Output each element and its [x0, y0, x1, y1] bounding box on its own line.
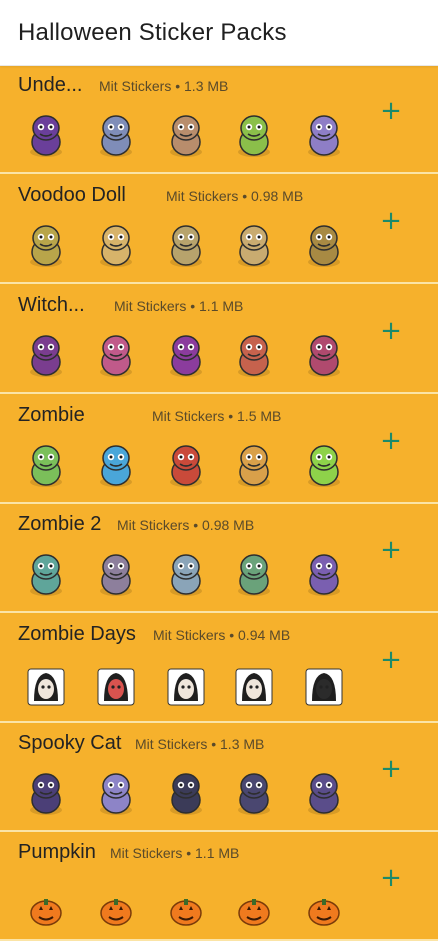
sticker-pack-row[interactable]: Spooky Cat Mit Stickers • 1.3 MB +: [0, 724, 438, 832]
cat-hat-sticker: [302, 770, 346, 818]
sticker-pack-row[interactable]: Zombie Days Mit Stickers • 0.94 MB +: [0, 615, 438, 723]
zombie-sign-sticker: [232, 442, 276, 490]
sticker-pack-row[interactable]: Zombie 2 Mit Stickers • 0.98 MB +: [0, 505, 438, 613]
witch-potion-sticker: [232, 112, 276, 160]
pumpkin-4-sticker: [232, 879, 276, 927]
pack-name: Zombie Days: [18, 623, 136, 645]
page-title: Halloween Sticker Packs: [18, 18, 287, 46]
add-pack-button[interactable]: +: [380, 647, 402, 673]
pumpkin-2-sticker: [94, 879, 138, 927]
cat-ghost-sticker: [94, 770, 138, 818]
add-pack-button[interactable]: +: [380, 865, 402, 891]
ghost-dark-sticker: [302, 661, 346, 709]
pack-meta: Mit Stickers • 1.3 MB: [99, 78, 229, 94]
pack-meta: Mit Stickers • 1.1 MB: [114, 298, 244, 314]
pack-meta: Mit Stickers • 1.3 MB: [135, 736, 265, 752]
zombie-grey-sticker: [164, 551, 208, 599]
zombie-face-sticker: [94, 551, 138, 599]
voodoo-hearts-sticker: [94, 222, 138, 270]
ghost-girl-sticker: [24, 661, 68, 709]
voodoo-sitting-sticker: [302, 222, 346, 270]
pack-name: Zombie: [18, 404, 85, 426]
app: Halloween Sticker Packs Unde... Mit Stick…: [0, 0, 438, 941]
sticker-pack-row[interactable]: Zombie Mit Stickers • 1.5 MB +: [0, 396, 438, 504]
pack-name: Zombie 2: [18, 513, 102, 535]
pack-name: Voodoo Doll: [18, 184, 126, 206]
ghost-hello-sticker: [232, 661, 276, 709]
voodoo-pins-sticker: [232, 222, 276, 270]
pack-name: Unde...: [18, 74, 83, 96]
pack-meta: Mit Stickers • 1.5 MB: [152, 408, 282, 424]
add-pack-button[interactable]: +: [380, 208, 402, 234]
sticker-pack-row[interactable]: Witch... Mit Stickers • 1.1 MB +: [0, 286, 438, 394]
voodoo-angry-sticker: [164, 222, 208, 270]
cat-pumpkin-sticker: [164, 770, 208, 818]
zombie-grad-sticker: [302, 442, 346, 490]
pumpkin-3-sticker: [164, 879, 208, 927]
gargoyle-sticker: [94, 112, 138, 160]
voodoo-sun-sticker: [24, 222, 68, 270]
purple-demon-sticker: [302, 112, 346, 160]
add-pack-button[interactable]: +: [380, 537, 402, 563]
chief-sticker: [164, 112, 208, 160]
pack-name: Witch...: [18, 294, 85, 316]
zombie-purple-sticker: [302, 551, 346, 599]
witch-hat-sticker: [164, 332, 208, 380]
pack-meta: Mit Stickers • 0.98 MB: [166, 188, 304, 204]
zombie-pool-sticker: [94, 442, 138, 490]
pack-meta: Mit Stickers • 0.94 MB: [153, 627, 291, 643]
demon-sticker: [24, 112, 68, 160]
zombie-scream-sticker: [232, 551, 276, 599]
app-header: Halloween Sticker Packs: [0, 0, 438, 66]
witch-orange-sticker: [232, 332, 276, 380]
ghost-love-sticker: [94, 661, 138, 709]
pack-meta: Mit Stickers • 0.98 MB: [117, 517, 255, 533]
pack-name: Pumpkin: [18, 841, 96, 863]
cat-black-sticker: [232, 770, 276, 818]
add-pack-button[interactable]: +: [380, 428, 402, 454]
pumpkin-5-sticker: [302, 879, 346, 927]
cat-witch-sticker: [24, 770, 68, 818]
pack-name: Spooky Cat: [18, 732, 122, 754]
add-pack-button[interactable]: +: [380, 318, 402, 344]
sticker-pack-row[interactable]: Unde... Mit Stickers • 1.3 MB +: [0, 66, 438, 174]
witch-sticker: [24, 332, 68, 380]
witch-red-sticker: [302, 332, 346, 380]
add-pack-button[interactable]: +: [380, 756, 402, 782]
zombie-sale-sticker: [164, 442, 208, 490]
zombie-lab-sticker: [24, 442, 68, 490]
pack-meta: Mit Stickers • 1.1 MB: [110, 845, 240, 861]
sticker-pack-row[interactable]: Pumpkin Mit Stickers • 1.1 MB +: [0, 833, 438, 941]
witch-heart-sticker: [94, 332, 138, 380]
add-pack-button[interactable]: +: [380, 98, 402, 124]
pumpkin-1-sticker: [24, 879, 68, 927]
zombie-green-sticker: [24, 551, 68, 599]
ghost-hair-sticker: [164, 661, 208, 709]
sticker-pack-row[interactable]: Voodoo Doll Mit Stickers • 0.98 MB +: [0, 176, 438, 284]
